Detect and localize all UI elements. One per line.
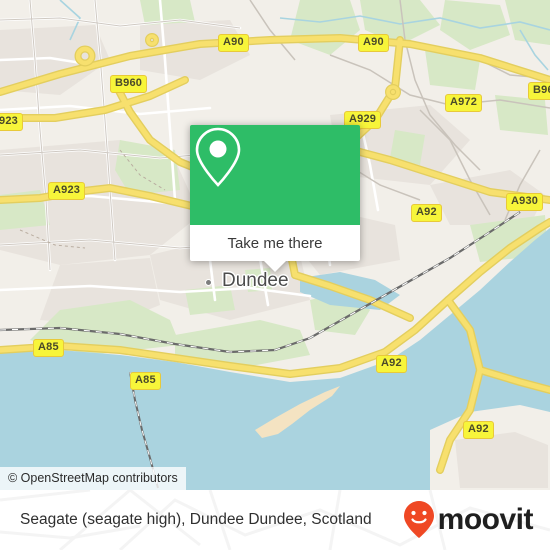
road-shield: A92 [463, 421, 494, 439]
map-canvas[interactable]: Dundee A90A90B960A972B96A929923A923A92A9… [0, 0, 550, 490]
moovit-pin-icon [403, 501, 434, 538]
popup-header [190, 125, 360, 225]
footer-bar: Seagate (seagate high), Dundee Dundee, S… [0, 490, 550, 550]
city-marker-dot [205, 279, 212, 286]
moovit-map-share-card: Dundee A90A90B960A972B96A929923A923A92A9… [0, 0, 550, 550]
take-me-there-label: Take me there [227, 234, 323, 252]
road-shield: B96 [528, 82, 550, 100]
moovit-wordmark: moovit [437, 503, 534, 536]
destination-popup[interactable]: Take me there [190, 125, 360, 272]
road-shield: A85 [130, 372, 161, 390]
place-name-label: Seagate (seagate high), Dundee Dundee, S… [20, 511, 372, 528]
road-shield: A972 [445, 94, 483, 112]
road-shield: A930 [506, 193, 544, 211]
road-shield: A85 [33, 339, 64, 357]
location-pin-icon [195, 127, 241, 187]
road-shield: B960 [110, 75, 148, 93]
popup-tail [264, 261, 286, 272]
road-shield: A92 [411, 204, 442, 222]
moovit-logo[interactable]: moovit [402, 500, 534, 540]
road-shield: A923 [48, 182, 86, 200]
road-shield: 923 [0, 113, 23, 131]
urban-south-shore [455, 432, 548, 488]
road-shield: A90 [358, 34, 389, 52]
road-shield: A92 [376, 355, 407, 373]
road-shield: A90 [218, 34, 249, 52]
take-me-there-button[interactable]: Take me there [190, 225, 360, 261]
osm-attribution[interactable]: © OpenStreetMap contributors [0, 467, 186, 490]
city-label-dundee: Dundee [222, 270, 289, 291]
